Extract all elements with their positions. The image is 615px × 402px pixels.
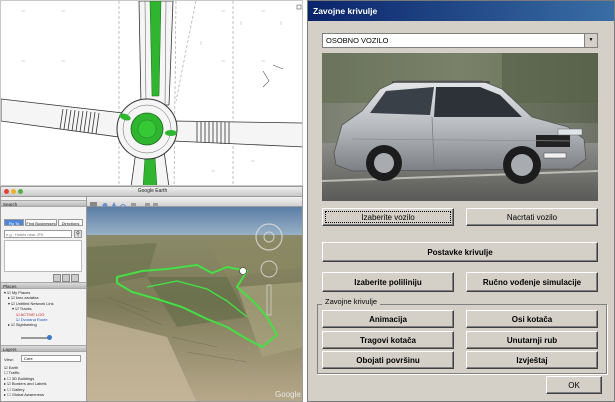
tab-directions[interactable]: Directions	[58, 219, 83, 226]
wheel-axles-button[interactable]: Osi kotača	[466, 310, 598, 328]
grid-icon[interactable]	[53, 274, 61, 282]
curve-settings-button[interactable]: Postavke krivulje	[322, 242, 598, 262]
choose-polyline-button[interactable]: Izaberite poliliniju	[322, 272, 454, 292]
layers-item[interactable]: ▸ ☐ Global Awareness	[4, 392, 47, 397]
layers-item[interactable]: ▸ ☑ Borders and Labels	[4, 381, 47, 386]
manual-simulation-button[interactable]: Ručno vođenje simulacije	[466, 272, 598, 292]
view-select[interactable]: Core	[21, 355, 81, 362]
places-slider[interactable]	[21, 335, 52, 340]
view-label: View:	[4, 357, 14, 362]
google-watermark: Google	[275, 390, 301, 399]
vehicle-select-value: OSOBNO VOZILO	[326, 36, 389, 45]
car-image	[321, 53, 599, 201]
dialog-title: Zavojne krivulje	[313, 6, 378, 16]
vehicle-photo	[321, 53, 599, 201]
wheel-tracks-button[interactable]: Tragovi kotača	[322, 331, 454, 349]
choose-vehicle-button[interactable]: Izaberite vozilo	[322, 208, 454, 226]
ok-button[interactable]: OK	[546, 376, 602, 394]
draw-vehicle-button[interactable]: Nacrtati vozilo	[466, 208, 598, 226]
places-tree: ▾ ☑ My Places ▸ ☑ kmz.zadatna ▾ ☑ Untitl…	[4, 290, 54, 328]
layers-tree: ☑ Earth ☐ Traffic ▸ ☐ 3D Buildings ▸ ☑ B…	[4, 365, 47, 397]
places-item[interactable]: ▸ ☑ Sightseeing	[4, 322, 54, 327]
search-results-area	[4, 240, 82, 272]
google-earth-window: Google Earth Search Fly To Find Business…	[0, 186, 303, 402]
search-button-icon[interactable]: ⚲	[74, 230, 82, 238]
window-title: Google Earth	[137, 188, 168, 194]
tab-fly-to[interactable]: Fly To	[4, 219, 24, 226]
placemark-icon[interactable]	[239, 267, 247, 275]
search-header[interactable]: Search	[1, 200, 86, 207]
window-titlebar: Google Earth	[1, 187, 302, 197]
earth-map-view[interactable]: Google	[87, 207, 303, 402]
color-surface-button[interactable]: Obojati površinu	[322, 351, 454, 369]
places-header[interactable]: Places	[1, 282, 86, 289]
terrain-map[interactable]: Google	[87, 207, 303, 402]
roundabout-drawing	[1, 1, 302, 185]
inner-edge-button[interactable]: Unutarnji rub	[466, 331, 598, 349]
animation-button[interactable]: Animacija	[322, 310, 454, 328]
curves-group-label: Zavojne krivulje	[322, 297, 381, 306]
sidebar: Search Fly To Find Businesses Directions…	[1, 197, 87, 401]
search-input[interactable]	[4, 230, 72, 238]
layers-header[interactable]: Layers	[1, 345, 86, 352]
play-icon[interactable]	[62, 274, 70, 282]
ge-toolbar	[87, 197, 302, 208]
dialog-titlebar: Zavojne krivulje	[308, 1, 614, 21]
vehicle-select[interactable]: OSOBNO VOZILO ▼	[322, 33, 598, 48]
slider-knob[interactable]	[47, 335, 52, 340]
curves-dialog: Zavojne krivulje OSOBNO VOZILO ▼ Izaberi…	[307, 0, 615, 402]
report-button[interactable]: Izvještaj	[466, 351, 598, 369]
tab-find-businesses[interactable]: Find Businesses	[25, 219, 57, 226]
layers-icon[interactable]	[71, 274, 79, 282]
chevron-down-icon[interactable]: ▼	[584, 34, 597, 47]
cad-road-drawing	[0, 0, 303, 186]
